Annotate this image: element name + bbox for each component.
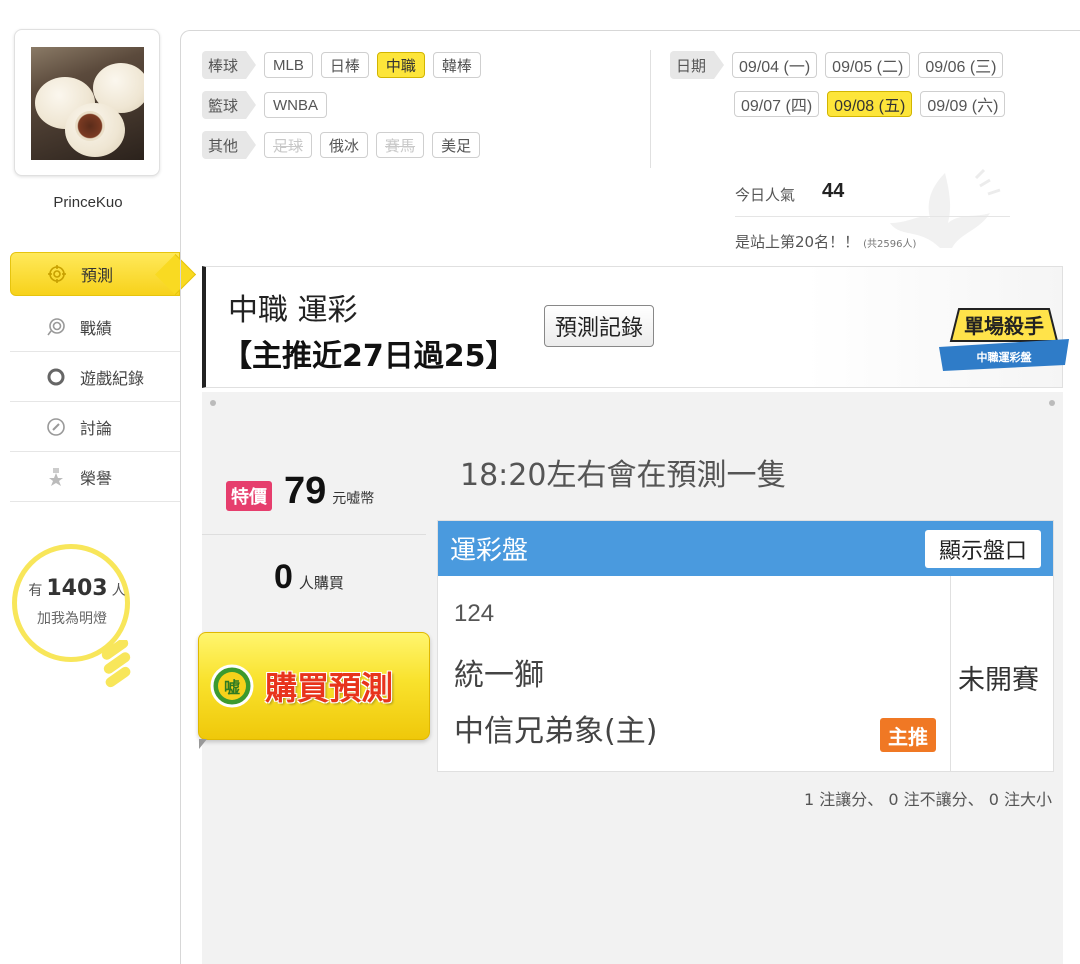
chip-horse-racing: 賽馬 bbox=[376, 132, 425, 158]
filter-row-date-2: 09/07 (四) 09/08 (五) 09/09 (六) bbox=[734, 91, 1013, 117]
popularity-divider bbox=[735, 216, 1010, 217]
price-row: 特價 79 元嘘幣 bbox=[226, 470, 374, 513]
bulb-base-icon bbox=[101, 640, 131, 688]
chip-hockey[interactable]: 俄冰 bbox=[320, 132, 369, 158]
popularity-value: 44 bbox=[822, 180, 845, 202]
filter-row-other: 其他 足球 俄冰 賽馬 美足 bbox=[202, 131, 488, 159]
pin-icon bbox=[1049, 400, 1055, 406]
rank-text: 是站上第20名！！ (共2596人) bbox=[735, 231, 916, 252]
badge-top-text: 單場殺手 bbox=[964, 314, 1044, 338]
bet-summary: 1 注讓分、 0 注不讓分、 0 注大小 bbox=[804, 790, 1052, 809]
coin-icon: 嘘 bbox=[210, 664, 254, 708]
buy-prediction-button[interactable]: 嘘 購買預測 bbox=[198, 632, 430, 749]
username[interactable]: PrinceKuo bbox=[14, 194, 162, 211]
filter-divider bbox=[650, 50, 651, 168]
pen-icon bbox=[46, 417, 66, 437]
avatar-filling-shape bbox=[75, 111, 105, 141]
chip-date-0907[interactable]: 09/07 (四) bbox=[734, 91, 820, 117]
chip-kbo[interactable]: 韓棒 bbox=[432, 52, 481, 78]
chip-wnba[interactable]: WNBA bbox=[264, 92, 328, 118]
odds-panel: 運彩盤 顯示盤口 124 統一獅 中信兄弟象(主) 主推 未開賽 bbox=[437, 520, 1054, 772]
sidebar-item-label: 榮譽 bbox=[80, 468, 113, 488]
sidebar-item-label: 預測 bbox=[81, 266, 114, 285]
buyers-number: 0 bbox=[274, 558, 293, 596]
avatar-card[interactable] bbox=[14, 29, 160, 176]
buy-prediction-label: 購買預測 bbox=[265, 669, 394, 707]
page-title: 中職 運彩 bbox=[228, 293, 358, 328]
odds-column-divider bbox=[950, 576, 951, 772]
filter-row-date-1: 日期 09/04 (一) 09/05 (二) 09/06 (三) bbox=[670, 51, 1011, 79]
sidebar-item-label: 遊戲紀錄 bbox=[80, 368, 145, 388]
medal-icon bbox=[46, 467, 66, 487]
followers-bulb: 有 1403 人 加我為明燈 bbox=[12, 544, 140, 694]
show-odds-button[interactable]: 顯示盤口 bbox=[924, 529, 1041, 568]
title-panel: 中職 運彩 【主推近27日過25】 預測記錄 單場殺手 中職運彩盤 bbox=[202, 266, 1069, 388]
chip-date-0908[interactable]: 09/08 (五) bbox=[827, 91, 913, 117]
avatar[interactable] bbox=[31, 47, 144, 160]
away-team: 統一獅 bbox=[454, 658, 544, 693]
buyers-unit: 人購買 bbox=[298, 574, 344, 592]
prediction-history-button[interactable]: 預測記錄 bbox=[544, 305, 655, 347]
filter-row-basketball: 籃球 WNBA bbox=[202, 91, 335, 119]
game-status: 未開賽 bbox=[958, 665, 1039, 696]
single-game-killer-badge: 單場殺手 中職運彩盤 bbox=[939, 308, 1069, 371]
rank-message: 是站上第20名！！ bbox=[735, 233, 860, 251]
chip-date-0909[interactable]: 09/09 (六) bbox=[920, 91, 1006, 117]
game-number: 124 bbox=[454, 600, 495, 627]
sidebar-item-honor[interactable]: 榮譽 bbox=[10, 452, 180, 502]
followers-prefix: 有 bbox=[28, 583, 43, 599]
coin-text: 嘘 bbox=[224, 678, 240, 697]
category-date: 日期 bbox=[670, 51, 725, 79]
chip-soccer: 足球 bbox=[264, 132, 313, 158]
prediction-note: 18:20左右會在預測一隻 bbox=[460, 458, 787, 493]
main-pick-badge: 主推 bbox=[880, 718, 936, 752]
sidebar-item-label: 討論 bbox=[80, 418, 113, 438]
category-other: 其他 bbox=[202, 131, 257, 159]
followers-suffix: 人 bbox=[111, 583, 126, 599]
buyers-count: 0 人購買 bbox=[274, 558, 344, 597]
chip-date-0905[interactable]: 09/05 (二) bbox=[825, 52, 911, 78]
special-price-badge: 特價 bbox=[226, 481, 272, 511]
page-subtitle: 【主推近27日過25】 bbox=[222, 339, 516, 374]
category-baseball: 棒球 bbox=[202, 51, 257, 79]
category-basketball: 籃球 bbox=[202, 91, 257, 119]
rank-total: (共2596人) bbox=[863, 239, 917, 250]
target-icon bbox=[47, 264, 67, 284]
popularity-label: 今日人氣 bbox=[735, 186, 796, 204]
sidebar-item-game-log[interactable]: 遊戲紀錄 bbox=[10, 352, 180, 402]
followers-count: 有 1403 人 bbox=[22, 576, 132, 601]
followers-number: 1403 bbox=[46, 576, 108, 601]
home-team: 中信兄弟象(主) bbox=[454, 714, 658, 749]
filter-row-baseball: 棒球 MLB 日棒 中職 韓棒 bbox=[202, 51, 489, 79]
sidebar-item-record[interactable]: 戰績 bbox=[10, 302, 180, 352]
chip-american-football[interactable]: 美足 bbox=[432, 132, 481, 158]
chip-cpbl[interactable]: 中職 bbox=[376, 52, 425, 78]
pin-icon bbox=[210, 400, 216, 406]
purchase-divider bbox=[202, 534, 426, 535]
swirl-icon bbox=[46, 317, 66, 337]
sidebar-item-label: 戰績 bbox=[80, 318, 113, 338]
sidebar-item-discussion[interactable]: 討論 bbox=[10, 402, 180, 452]
circle-icon bbox=[46, 367, 66, 387]
price-value: 79 bbox=[284, 470, 327, 512]
game-row: 124 統一獅 中信兄弟象(主) 主推 未開賽 bbox=[438, 576, 1053, 772]
price-unit: 元嘘幣 bbox=[332, 491, 375, 507]
chip-npb[interactable]: 日棒 bbox=[320, 52, 369, 78]
odds-header: 運彩盤 顯示盤口 bbox=[438, 521, 1053, 576]
sidebar-item-predict[interactable]: 預測 bbox=[10, 252, 180, 296]
chip-date-0906[interactable]: 09/06 (三) bbox=[918, 52, 1004, 78]
badge-bottom-text: 中職運彩盤 bbox=[977, 350, 1033, 364]
chip-date-0904[interactable]: 09/04 (一) bbox=[732, 52, 818, 78]
followers-caption[interactable]: 加我為明燈 bbox=[22, 608, 122, 628]
sidebar-nav: 預測 戰績 遊戲紀錄 討論 榮譽 bbox=[10, 252, 180, 502]
chip-mlb[interactable]: MLB bbox=[264, 52, 313, 78]
odds-title: 運彩盤 bbox=[450, 536, 529, 566]
